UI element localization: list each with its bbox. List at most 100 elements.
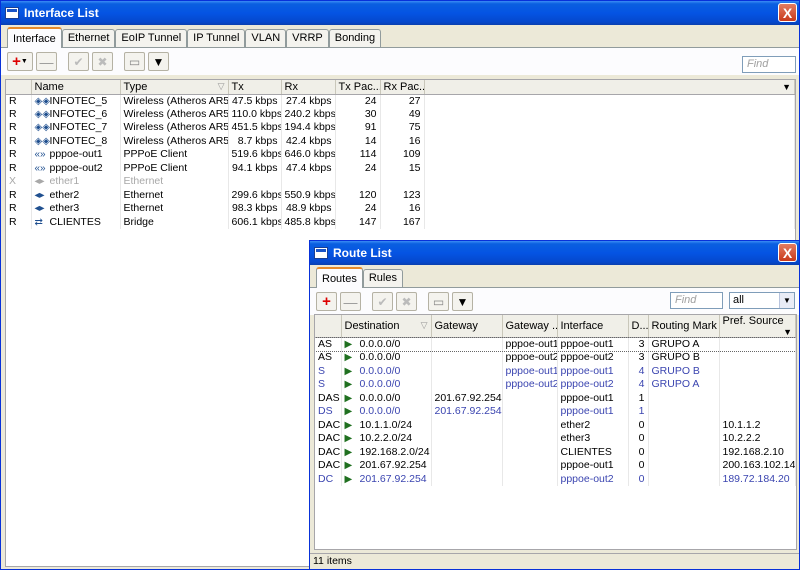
row-flags: AS xyxy=(315,337,342,351)
comment-button[interactable]: ▭ xyxy=(124,52,145,71)
add-button[interactable]: + ▼ xyxy=(7,52,33,71)
ethernet-icon: ◂▸ xyxy=(34,203,45,215)
row-filler xyxy=(424,94,795,108)
table-row[interactable]: R ◈◈INFOTEC_5 Wireless (Atheros AR5... 47.5… xyxy=(6,94,795,108)
table-row[interactable]: R ◂▸ ether3 Ethernet 98.3 kbps 48.9 kbps 24 16 xyxy=(6,202,795,216)
row-distance: 0 xyxy=(628,418,649,432)
tab-vrrp[interactable]: VRRP xyxy=(286,29,329,47)
col-type[interactable]: Type ▽ xyxy=(120,80,229,95)
table-row[interactable]: R ◂▸ ether2 Ethernet 299.6 kbps 550.9 kbps 120… xyxy=(6,188,795,202)
disable-route-button[interactable]: ✖ xyxy=(396,292,417,311)
row-flags: DAS xyxy=(315,391,342,405)
disable-button[interactable]: ✖ xyxy=(92,52,113,71)
col-tx-packets[interactable]: Tx Pac... xyxy=(335,80,381,95)
route-flag-icon: ▶ xyxy=(344,352,353,364)
row-flag: R xyxy=(6,148,32,162)
row-tx: 98.3 kbps xyxy=(228,202,282,216)
row-gateway-interface: pppoe-out2 xyxy=(502,351,558,365)
interface-list-title: Interface List xyxy=(24,6,99,20)
row-type: Ethernet xyxy=(120,175,229,189)
col-rx[interactable]: Rx xyxy=(281,80,336,95)
row-flags: DAC xyxy=(315,432,342,446)
col-flag[interactable] xyxy=(6,80,32,95)
route-flag-icon: ▶ xyxy=(344,446,353,458)
comment-route-button[interactable]: ▭ xyxy=(428,292,449,311)
col-gateway-interface[interactable]: Gateway ... xyxy=(502,315,558,338)
enable-button[interactable]: ✔ xyxy=(68,52,89,71)
table-row[interactable]: R «» pppoe-out1 PPPoE Client 519.6 kbps 646.0… xyxy=(6,148,795,162)
remove-route-button[interactable]: — xyxy=(340,292,361,311)
interface-list-titlebar[interactable]: Interface List X xyxy=(1,1,799,25)
col-pref-source[interactable]: Pref. Source ▼ xyxy=(719,315,796,338)
tab-ethernet[interactable]: Ethernet xyxy=(61,29,116,47)
tab-interface[interactable]: Interface xyxy=(7,27,62,48)
interface-table: Name Type ▽ Tx Rx Tx Pac... Rx Pac... ▼ R… xyxy=(6,80,795,229)
tab-routes[interactable]: Routes xyxy=(316,267,363,288)
row-rx: 550.9 kbps xyxy=(281,188,336,202)
table-row[interactable]: R ◈◈INFOTEC_7 Wireless (Atheros AR5... 451.… xyxy=(6,121,795,135)
table-row[interactable]: DAC ▶ 10.2.2.0/24 ether3 0 10.2.2.2 xyxy=(315,432,796,446)
row-rx-packets: 16 xyxy=(380,202,425,216)
filter-button[interactable]: ▼ xyxy=(148,52,169,71)
tab-vlan[interactable]: VLAN xyxy=(245,29,287,47)
row-gateway xyxy=(431,472,503,486)
table-row[interactable]: S ▶ 0.0.0.0/0 pppoe-out1 pppoe-out1 4 GRUPO B xyxy=(315,364,796,378)
tab-ip-tunnel[interactable]: IP Tunnel xyxy=(187,29,246,47)
tab-eoip-tunnel[interactable]: EoIP Tunnel xyxy=(115,29,188,47)
row-rx-packets: 16 xyxy=(380,134,425,148)
col-interface[interactable]: Interface xyxy=(557,315,629,338)
close-icon[interactable]: X xyxy=(778,243,797,262)
col-gateway[interactable]: Gateway xyxy=(431,315,503,338)
row-interface: pppoe-out1 xyxy=(557,405,629,419)
tab-rules[interactable]: Rules xyxy=(362,269,403,287)
col-flags[interactable] xyxy=(315,315,342,338)
row-type: Ethernet xyxy=(120,188,229,202)
plus-icon: + xyxy=(12,53,21,70)
col-menu[interactable]: ▼ xyxy=(424,80,795,95)
col-name[interactable]: Name xyxy=(31,80,121,95)
row-rx: 194.4 kbps xyxy=(281,121,336,135)
row-pref-source: 192.168.2.10 xyxy=(719,445,796,459)
table-row[interactable]: DS ▶ 0.0.0.0/0 201.67.92.254 pppoe-out1 1 xyxy=(315,405,796,419)
filter-route-button[interactable]: ▼ xyxy=(452,292,473,311)
table-row[interactable]: R ◈◈INFOTEC_8 Wireless (Atheros AR5... 8.7 … xyxy=(6,134,795,148)
table-row[interactable]: R ⇄ CLIENTES Bridge 606.1 kbps 485.8 kbps 147 1… xyxy=(6,215,795,229)
enable-route-button[interactable]: ✔ xyxy=(372,292,393,311)
table-row[interactable]: AS ▶ 0.0.0.0/0 pppoe-out2 pppoe-out2 3 GRUPO B xyxy=(315,351,796,365)
table-row[interactable]: R «» pppoe-out2 PPPoE Client 94.1 kbps 47.4 k… xyxy=(6,161,795,175)
add-route-button[interactable]: + xyxy=(316,292,337,311)
table-row[interactable]: DAC ▶ 10.1.1.0/24 ether2 0 10.1.1.2 xyxy=(315,418,796,432)
row-name: ◈◈INFOTEC_6 xyxy=(31,107,121,121)
row-interface: ether3 xyxy=(557,432,629,446)
col-distance[interactable]: D... xyxy=(628,315,649,338)
col-routing-mark[interactable]: Routing Mark xyxy=(648,315,720,338)
col-tx[interactable]: Tx xyxy=(228,80,282,95)
row-tx: 8.7 kbps xyxy=(228,134,282,148)
table-row[interactable]: AS ▶ 0.0.0.0/0 pppoe-out1 pppoe-out1 3 GRUPO A xyxy=(315,336,796,352)
row-gateway-interface xyxy=(502,418,558,432)
route-flag-icon: ▶ xyxy=(344,365,353,377)
remove-button[interactable]: — xyxy=(36,52,57,71)
col-rx-packets[interactable]: Rx Pac... xyxy=(380,80,425,95)
table-row[interactable]: DAS ▶ 0.0.0.0/0 201.67.92.254 pppoe-out1 1 xyxy=(315,391,796,405)
tab-bonding[interactable]: Bonding xyxy=(328,29,382,47)
row-tx-packets: 120 xyxy=(335,188,381,202)
table-row[interactable]: X ◂▸ ether1 Ethernet xyxy=(6,175,795,189)
table-row[interactable]: S ▶ 0.0.0.0/0 pppoe-out2 pppoe-out2 4 GRUPO A xyxy=(315,378,796,392)
row-flag: X xyxy=(6,175,32,189)
table-row[interactable]: DAC ▶ 201.67.92.254 pppoe-out1 0 200.163.102.… xyxy=(315,459,796,473)
table-row[interactable]: DC ▶ 201.67.92.254 pppoe-out2 0 189.72.184.20 xyxy=(315,472,796,486)
row-rx xyxy=(281,175,336,189)
table-row[interactable]: DAC ▶ 192.168.2.0/24 CLIENTES 0 192.168.2.10 xyxy=(315,445,796,459)
route-list-titlebar[interactable]: Route List X xyxy=(310,241,799,265)
table-row[interactable]: R ◈◈INFOTEC_6 Wireless (Atheros AR5... 110.… xyxy=(6,107,795,121)
col-destination[interactable]: Destination ▽ xyxy=(341,315,432,338)
row-destination: ▶ 0.0.0.0/0 xyxy=(341,405,432,419)
interface-find-input[interactable]: Find xyxy=(742,56,796,73)
close-icon[interactable]: X xyxy=(778,3,797,22)
route-find-input[interactable]: Find xyxy=(670,292,723,309)
bridge-icon: ⇄ xyxy=(34,216,43,228)
route-filter-select[interactable]: all ▼ xyxy=(729,292,795,309)
wireless-icon: ◈◈ xyxy=(34,122,50,134)
row-flags: DS xyxy=(315,405,342,419)
